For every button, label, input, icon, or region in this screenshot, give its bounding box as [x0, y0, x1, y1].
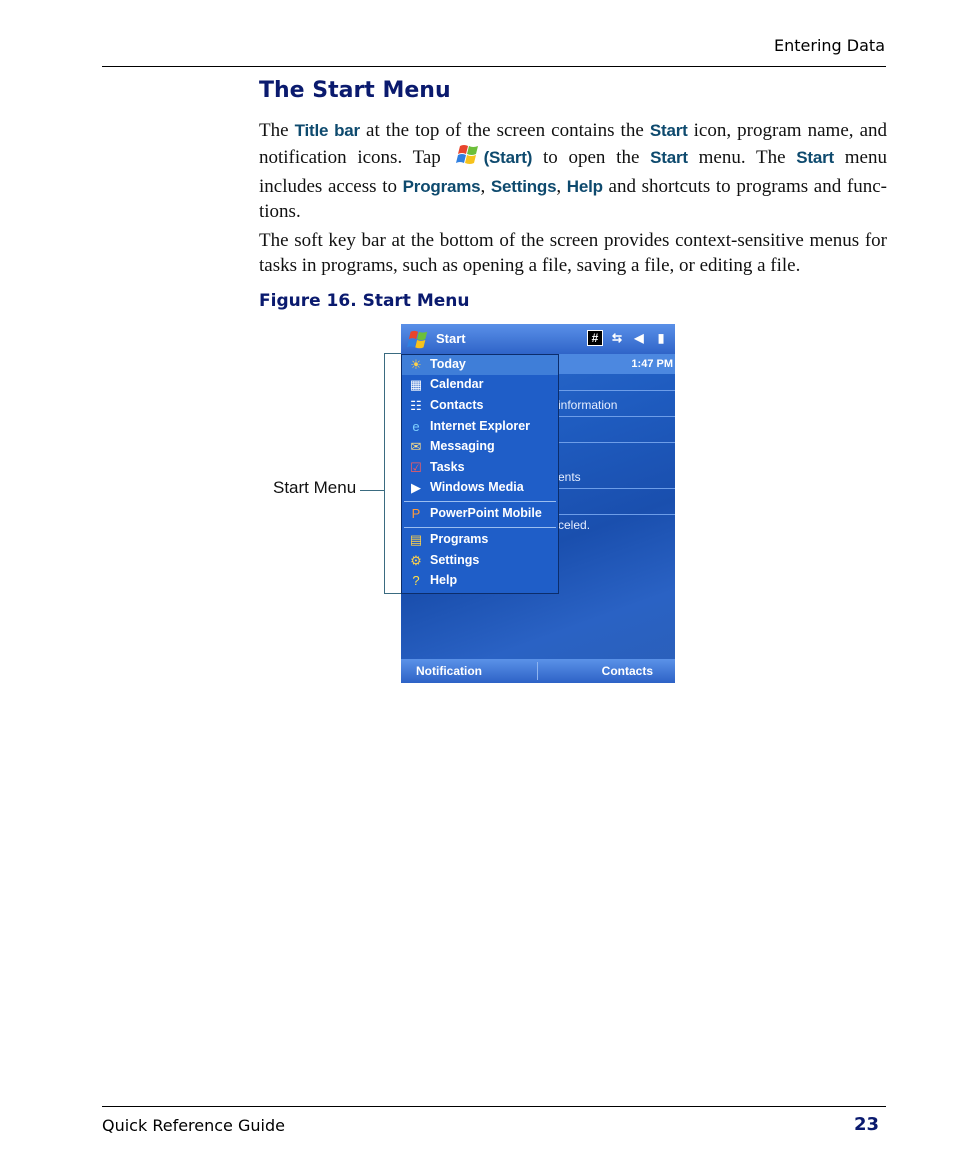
today-text-information: information [558, 398, 618, 412]
programs-folder-icon: ▤ [409, 532, 423, 547]
start-menu-item-label: Contacts [430, 398, 484, 412]
footer-guide-title: Quick Reference Guide [102, 1116, 285, 1135]
volume-icon[interactable]: ◀ [631, 330, 647, 346]
ui-term-settings: Settings [490, 177, 557, 196]
ui-term-start-3: Start [796, 148, 835, 167]
callout-leader-line [360, 490, 385, 491]
ui-term-programs: Programs [402, 177, 481, 196]
start-menu-item[interactable]: ☑ Tasks [402, 458, 558, 478]
windows-start-flag-icon [454, 143, 482, 174]
start-menu-item-label: Internet Explorer [430, 419, 531, 433]
soft-key-notification[interactable]: Notification [416, 664, 482, 678]
start-menu-item[interactable]: ▦ Calendar [402, 375, 558, 395]
callout-label: Start Menu [273, 478, 357, 497]
title-bar: Start # ⇆ ◀ ▮ [401, 324, 675, 354]
paragraph-start-menu-intro: The Title bar at the top of the screen c… [259, 120, 888, 222]
soft-key-contacts[interactable]: Contacts [602, 664, 653, 678]
start-menu-item[interactable]: ⚙ Settings [402, 551, 558, 571]
page-number: 23 [853, 1114, 879, 1135]
start-menu-item[interactable]: ? Help [402, 571, 558, 591]
ui-term-title-bar: Title bar [294, 121, 361, 140]
device-screenshot: 1:47 PM information ents celed. Start # … [401, 324, 675, 683]
soft-key-separator [537, 662, 538, 680]
start-menu-item[interactable]: ✉ Messaging [402, 437, 558, 457]
ui-term-help: Help [566, 177, 603, 196]
start-menu: ☀ Today ▦ Calendar ☷ Contacts e Internet Explor… [401, 354, 559, 594]
battery-icon[interactable]: ▮ [653, 330, 669, 346]
start-menu-item[interactable]: ▤ Programs [402, 530, 558, 550]
start-menu-item[interactable]: ☷ Contacts [402, 396, 558, 416]
today-text-cancelled: celed. [558, 518, 591, 532]
ui-term-start-2: Start [650, 148, 688, 167]
footer-rule [102, 1106, 886, 1107]
calendar-icon: ▦ [409, 377, 423, 392]
today-text-appointments: ents [558, 470, 581, 484]
start-menu-item-label: Settings [430, 553, 480, 567]
start-menu-item[interactable]: ☀ Today [402, 355, 558, 375]
ui-term-start: Start [649, 121, 688, 140]
callout-bracket [384, 353, 401, 594]
soft-key-bar: Notification Contacts [401, 659, 675, 683]
windows-media-icon: ▶ [411, 480, 421, 495]
start-menu-item-label: Help [430, 573, 458, 587]
figure-caption: Figure 16. Start Menu [259, 291, 470, 311]
messaging-icon: ✉ [410, 439, 422, 454]
start-menu-item[interactable]: ▶ Windows Media [402, 478, 558, 498]
today-icon: ☀ [410, 357, 422, 372]
start-menu-item-label: Windows Media [430, 480, 524, 494]
internet-explorer-icon: e [412, 419, 420, 434]
tasks-icon: ☑ [410, 460, 422, 475]
help-icon: ? [412, 573, 420, 588]
start-menu-separator [404, 501, 556, 502]
start-menu-item-label: Messaging [430, 439, 495, 453]
title-bar-program-name: Start [436, 331, 466, 346]
start-menu-item-label: Calendar [430, 377, 484, 391]
paragraph-soft-key-bar: The soft key bar at the bottom of the sc… [259, 230, 887, 276]
ui-term-start-paren: (Start) [483, 148, 533, 167]
settings-folder-icon: ⚙ [410, 553, 422, 568]
start-menu-item[interactable]: P PowerPoint Mobile [402, 504, 558, 524]
start-menu-separator [404, 527, 556, 528]
contacts-icon: ☷ [410, 398, 422, 413]
today-time: 1:47 PM [631, 358, 673, 370]
start-menu-item[interactable]: e Internet Explorer [402, 417, 558, 437]
start-menu-item-label: Programs [430, 532, 489, 546]
start-menu-item-label: Tasks [430, 460, 465, 474]
start-flag-icon[interactable] [404, 329, 432, 356]
header-rule [102, 66, 886, 67]
start-menu-item-label: Today [430, 357, 466, 371]
section-title: The Start Menu [259, 78, 451, 103]
start-menu-item-label: PowerPoint Mobile [430, 506, 542, 520]
running-header: Entering Data [774, 36, 885, 55]
connectivity-icon[interactable]: ⇆ [609, 330, 625, 346]
input-panel-icon[interactable]: # [587, 330, 603, 346]
powerpoint-icon: P [411, 506, 421, 521]
